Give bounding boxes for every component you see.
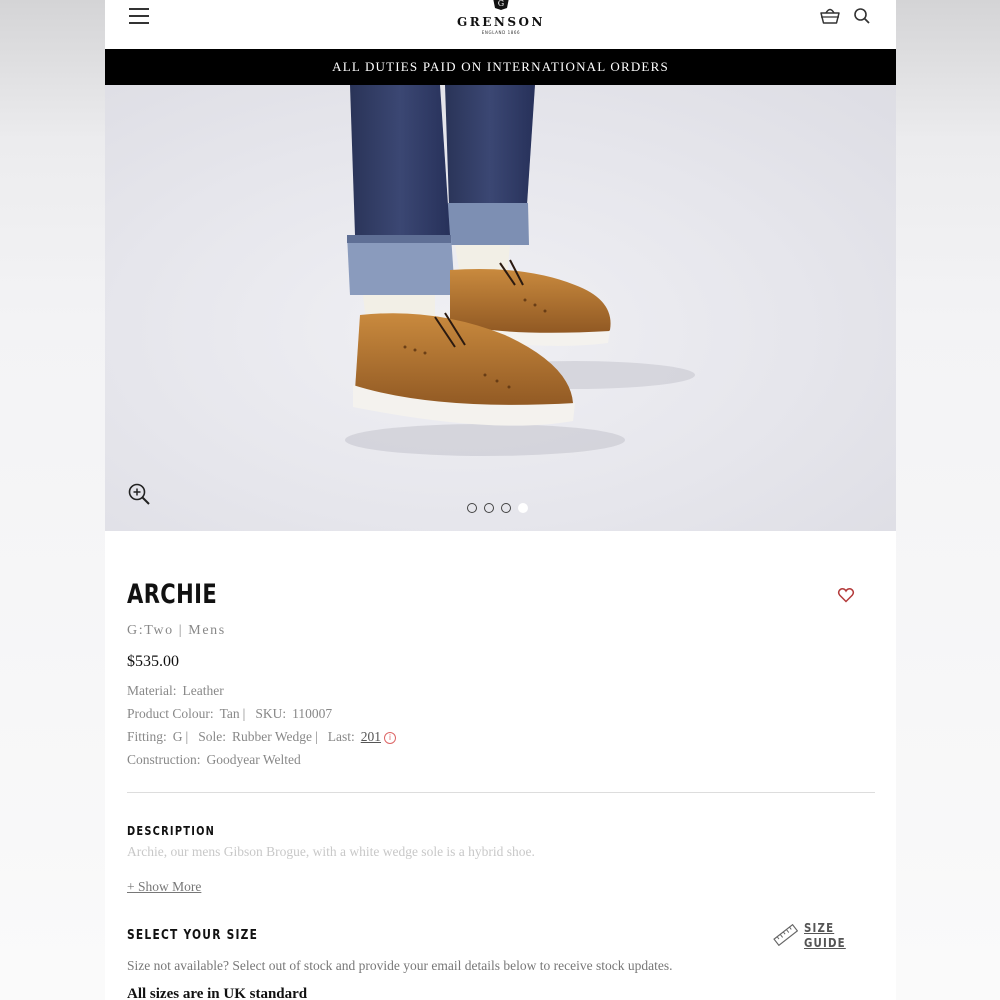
product-title: ARCHIE: [127, 579, 218, 610]
product-price: $535.00: [127, 653, 179, 670]
basket-icon[interactable]: [819, 7, 841, 25]
svg-text:G: G: [498, 0, 504, 8]
spec-label: Construction:: [127, 752, 201, 767]
gallery-dot[interactable]: [467, 503, 477, 513]
search-icon[interactable]: [853, 7, 871, 25]
size-heading: SELECT YOUR SIZE: [127, 928, 259, 943]
spec-material: Material: Leather: [127, 683, 224, 699]
spec-construction: Construction: Goodyear Welted: [127, 752, 301, 768]
crest-icon: G: [493, 0, 509, 10]
spec-label: SKU:: [255, 706, 287, 721]
ruler-icon: [773, 924, 799, 946]
brand-tagline: ENGLAND 1866: [481, 30, 521, 35]
show-more-link[interactable]: + Show More: [127, 879, 201, 895]
spec-label: Fitting:: [127, 729, 167, 744]
size-standard-note: All sizes are in UK standard: [127, 986, 308, 1000]
product-image-gallery[interactable]: [105, 85, 896, 531]
spec-value: Tan: [219, 706, 240, 721]
wishlist-heart-icon[interactable]: [837, 586, 855, 604]
brand-name: GRENSON: [457, 15, 545, 29]
grenson-logo[interactable]: G GRENSON ENGLAND 1866: [440, 0, 562, 44]
info-icon[interactable]: i: [383, 732, 396, 744]
product-category: G:Two | Mens: [127, 623, 226, 638]
product-image: [345, 85, 695, 456]
spec-label: Last:: [327, 729, 355, 744]
duties-banner: ALL DUTIES PAID ON INTERNATIONAL ORDERS: [105, 49, 896, 85]
spec-value: Rubber Wedge: [231, 729, 313, 744]
description-heading: DESCRIPTION: [127, 824, 216, 838]
spec-value: Leather: [182, 683, 224, 698]
gallery-pagination: [467, 503, 528, 515]
gallery-dot[interactable]: [501, 503, 511, 513]
spec-label: Material:: [127, 683, 177, 698]
spec-value: G: [172, 729, 183, 744]
hamburger-menu-icon[interactable]: [129, 8, 149, 24]
last-link[interactable]: 201 i: [361, 729, 396, 744]
site-header: G GRENSON ENGLAND 1866: [105, 0, 896, 49]
spec-value: Goodyear Welted: [206, 752, 301, 767]
gallery-dot-active[interactable]: [518, 503, 528, 513]
product-page: G GRENSON ENGLAND 1866 ALL DUTIES PAID O…: [105, 0, 896, 1000]
size-guide-link[interactable]: SIZE GUIDE: [773, 920, 896, 950]
spec-value: 110007: [292, 706, 333, 721]
divider: [127, 792, 875, 793]
gallery-dot[interactable]: [484, 503, 494, 513]
size-note: Size not available? Select out of stock …: [127, 958, 673, 973]
spec-label: Product Colour:: [127, 706, 214, 721]
spec-fitting-sole-last: Fitting: G | Sole: Rubber Wedge | Last: 201 i: [127, 729, 396, 745]
description-text: Archie, our mens Gibson Brogue, with a w…: [127, 844, 535, 859]
size-guide-label: SIZE GUIDE: [804, 920, 847, 950]
spec-colour-sku: Product Colour: Tan | SKU: 110007: [127, 706, 333, 721]
zoom-in-icon[interactable]: [127, 482, 151, 506]
spec-label: Sole:: [198, 729, 226, 744]
